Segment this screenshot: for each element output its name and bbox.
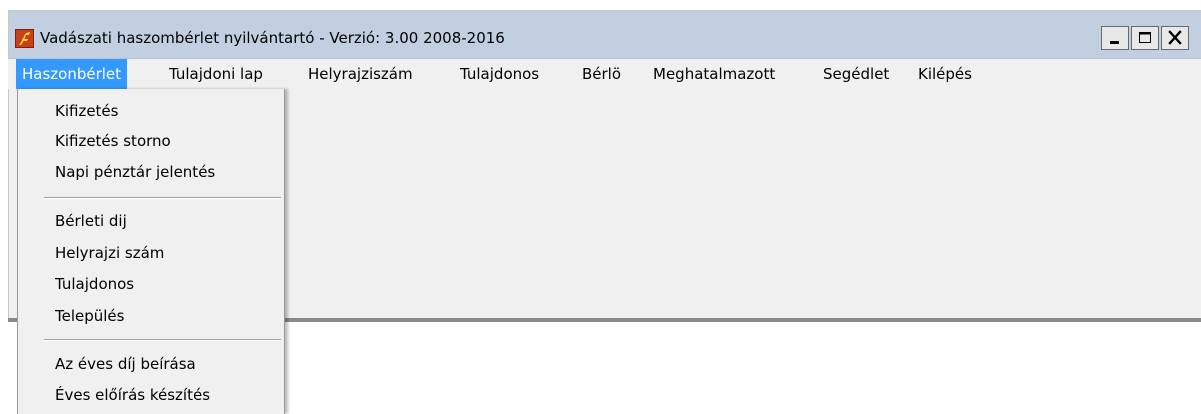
menu-segedlet[interactable]: Segédlet <box>817 59 895 89</box>
menu-item-kifizetes-storno[interactable]: Kifizetés storno <box>55 126 171 156</box>
close-icon <box>1168 30 1182 45</box>
menu-meghatalmazott[interactable]: Meghatalmazott <box>647 59 781 89</box>
menu-item-kifizetes[interactable]: Kifizetés <box>55 96 118 126</box>
menu-item-berleti-dij[interactable]: Bérleti dij <box>55 206 127 236</box>
menu-berlo[interactable]: Bérlö <box>576 59 627 89</box>
menu-bar: Haszonbérlet Tulajdoni lap Helyrajziszám… <box>8 59 1201 89</box>
menu-separator <box>44 197 281 199</box>
menu-kilepes[interactable]: Kilépés <box>912 59 978 89</box>
window-title: Vadászati haszombérlet nyilvántartó - Ve… <box>40 29 505 47</box>
minimize-button[interactable] <box>1101 26 1129 50</box>
menu-item-eves-dij-beirasa[interactable]: Az éves díj beírása <box>55 349 196 379</box>
menu-item-helyrajzi-szam[interactable]: Helyrajzi szám <box>55 238 164 268</box>
menu-item-napi-penztar-jelentes[interactable]: Napi pénztár jelentés <box>55 157 215 187</box>
title-bar[interactable]: Vadászati haszombérlet nyilvántartó - Ve… <box>9 11 1201 59</box>
menu-tulajdoni-lap[interactable]: Tulajdoni lap <box>163 59 269 89</box>
maximize-button[interactable] <box>1131 26 1159 50</box>
haszonberlet-dropdown: Kifizetés Kifizetés storno Napi pénztár … <box>17 89 285 414</box>
menu-item-tulajdonos[interactable]: Tulajdonos <box>55 269 134 299</box>
app-logo-icon[interactable] <box>15 29 34 48</box>
menu-tulajdonos[interactable]: Tulajdonos <box>454 59 545 89</box>
minimize-icon <box>1110 41 1119 44</box>
menu-item-telepules[interactable]: Település <box>55 301 124 331</box>
menu-haszonberlet[interactable]: Haszonbérlet <box>16 59 128 89</box>
close-button[interactable] <box>1161 26 1189 50</box>
menu-separator <box>44 339 281 341</box>
menu-helyrajziszam[interactable]: Helyrajziszám <box>302 59 419 89</box>
maximize-icon <box>1139 32 1151 43</box>
menu-item-eves-eloiras-keszites[interactable]: Éves előírás készítés <box>55 380 210 410</box>
